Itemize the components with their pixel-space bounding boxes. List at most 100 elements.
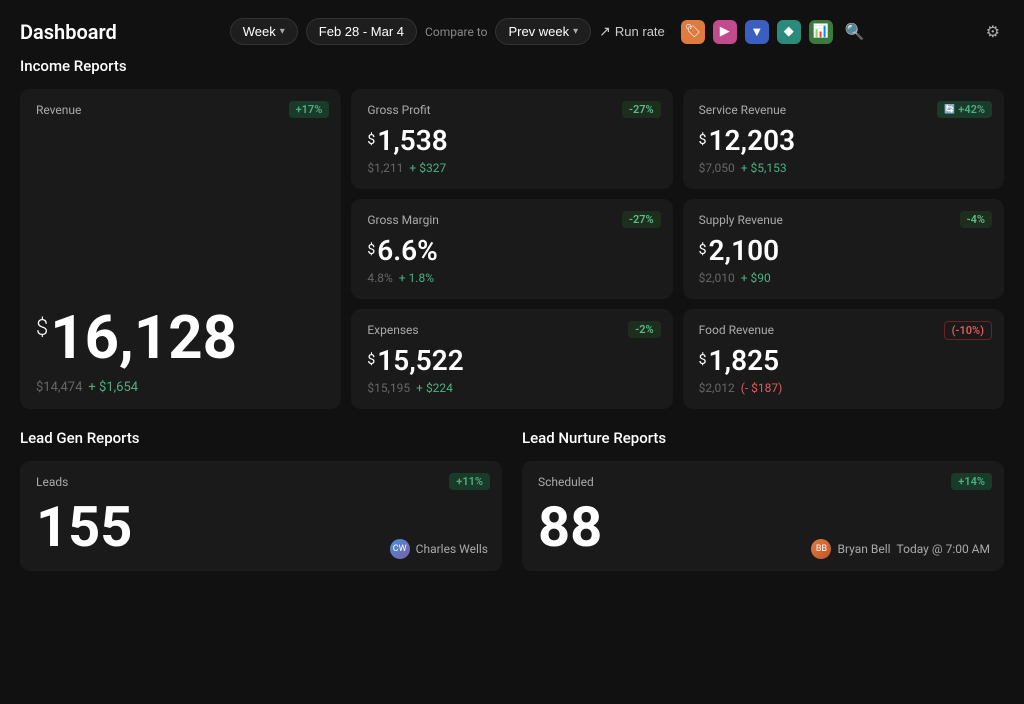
app-icon-orange[interactable]: 🏷 [681, 20, 705, 44]
gross-margin-card: Gross Margin -27% $ 6.6% 4.8% + 1.8% [351, 199, 672, 299]
revenue-label: Revenue [36, 103, 325, 117]
week-label: Week [243, 24, 276, 39]
leads-label: Leads [36, 475, 486, 489]
week-arrow: ▾ [280, 26, 285, 37]
leads-user-avatar: CW [390, 539, 410, 559]
gross-profit-sub: $1,211 + $327 [367, 161, 656, 175]
expenses-badge: -2% [628, 321, 660, 338]
revenue-badge: +17% [289, 101, 330, 118]
header-controls: Week ▾ Feb 28 - Mar 4 Compare to Prev we… [230, 18, 869, 45]
prev-week-selector[interactable]: Prev week ▾ [495, 18, 591, 45]
expenses-value: $ 15,522 [367, 347, 656, 375]
food-revenue-delta: (- $187) [741, 381, 783, 395]
gross-profit-number: 1,538 [377, 127, 448, 155]
lead-nurture-section: Lead Nurture Reports Scheduled +14% 88 B… [522, 429, 1004, 571]
expenses-sub: $15,195 + $224 [367, 381, 656, 395]
header: Dashboard Week ▾ Feb 28 - Mar 4 Compare … [0, 0, 1024, 57]
gross-margin-sub: 4.8% + 1.8% [367, 271, 656, 285]
gross-profit-delta: + $327 [409, 161, 446, 175]
expenses-delta: + $224 [416, 381, 453, 395]
scheduled-user-avatar: BB [811, 539, 831, 559]
leads-user-name: Charles Wells [416, 542, 488, 556]
lead-gen-section: Lead Gen Reports Leads +11% 155 CW Charl… [20, 429, 502, 571]
gross-margin-badge: -27% [622, 211, 661, 228]
food-revenue-sub: $2,012 (- $187) [699, 381, 988, 395]
supply-revenue-delta: + $90 [741, 271, 771, 285]
run-rate-icon: ↗ [599, 23, 611, 40]
expenses-card: Expenses -2% $ 15,522 $15,195 + $224 [351, 309, 672, 409]
service-revenue-delta: + $5,153 [741, 161, 787, 175]
app-icon-green[interactable]: 📊 [809, 20, 833, 44]
prev-week-label: Prev week [508, 24, 569, 39]
food-revenue-card: Food Revenue (-10%) $ 1,825 $2,012 (- $1… [683, 309, 1004, 409]
leads-user-info: CW Charles Wells [390, 539, 488, 559]
service-revenue-prev: $7,050 [699, 161, 735, 175]
gross-margin-value: $ 6.6% [367, 237, 656, 265]
lead-gen-title: Lead Gen Reports [20, 429, 502, 447]
food-revenue-badge: (-10%) [944, 321, 992, 340]
expenses-prev: $15,195 [367, 381, 410, 395]
week-selector[interactable]: Week ▾ [230, 18, 298, 45]
service-revenue-icon: 🔄 [944, 105, 955, 115]
income-grid: Revenue +17% $ 16,128 $14,474 + $1,654 G… [20, 89, 1004, 409]
income-reports-title: Income Reports [20, 57, 1004, 75]
scheduled-card: Scheduled +14% 88 BB Bryan Bell Today @ … [522, 461, 1004, 571]
supply-revenue-prev: $2,010 [699, 271, 735, 285]
gross-profit-currency: $ [367, 132, 375, 148]
revenue-card: Revenue +17% $ 16,128 $14,474 + $1,654 [20, 89, 341, 409]
gross-profit-card: Gross Profit -27% $ 1,538 $1,211 + $327 [351, 89, 672, 189]
food-revenue-prev: $2,012 [699, 381, 735, 395]
revenue-currency: $ [36, 316, 48, 341]
bottom-sections: Lead Gen Reports Leads +11% 155 CW Charl… [20, 429, 1004, 571]
scheduled-time: Today @ 7:00 AM [897, 542, 990, 556]
gross-margin-delta: + 1.8% [399, 271, 434, 285]
gross-profit-badge: -27% [622, 101, 661, 118]
service-revenue-badge: 🔄 +42% [937, 101, 992, 118]
app-icons: 🏷 ▶ ▼ ◆ 📊 [681, 20, 833, 44]
search-button[interactable]: 🔍 [841, 20, 869, 44]
date-range-label: Feb 28 - Mar 4 [319, 24, 404, 39]
service-revenue-sub: $7,050 + $5,153 [699, 161, 988, 175]
gross-profit-label: Gross Profit [367, 103, 656, 117]
expenses-number: 15,522 [377, 347, 464, 375]
app-icon-pink[interactable]: ▶ [713, 20, 737, 44]
scheduled-badge: +14% [951, 473, 992, 490]
compare-text: Compare to [425, 25, 487, 39]
leads-card: Leads +11% 155 CW Charles Wells [20, 461, 502, 571]
run-rate-label: Run rate [615, 24, 665, 39]
revenue-prev-value: $14,474 [36, 380, 82, 395]
scheduled-user-name: Bryan Bell [837, 542, 890, 556]
gross-margin-label: Gross Margin [367, 213, 656, 227]
revenue-big-value: $ 16,128 [36, 308, 325, 368]
supply-revenue-sub: $2,010 + $90 [699, 271, 988, 285]
revenue-number: 16,128 [50, 308, 237, 368]
supply-revenue-value: $ 2,100 [699, 237, 988, 265]
food-revenue-currency: $ [699, 352, 707, 368]
supply-revenue-card: Supply Revenue -4% $ 2,100 $2,010 + $90 [683, 199, 1004, 299]
settings-button[interactable]: ⚙ [982, 20, 1004, 44]
service-revenue-card: Service Revenue 🔄 +42% $ 12,203 $7,050 +… [683, 89, 1004, 189]
lead-nurture-title: Lead Nurture Reports [522, 429, 1004, 447]
gross-margin-number: 6.6% [377, 237, 438, 265]
food-revenue-value: $ 1,825 [699, 347, 988, 375]
scheduled-label: Scheduled [538, 475, 988, 489]
date-range-selector[interactable]: Feb 28 - Mar 4 [306, 18, 417, 45]
service-revenue-number: 12,203 [709, 127, 796, 155]
gross-profit-prev: $1,211 [367, 161, 403, 175]
revenue-values: $ 16,128 $14,474 + $1,654 [36, 278, 325, 395]
header-title: Dashboard [20, 20, 117, 44]
gross-margin-currency: $ [367, 242, 375, 258]
gross-margin-prev: 4.8% [367, 271, 392, 285]
expenses-label: Expenses [367, 323, 656, 337]
revenue-prev-row: $14,474 + $1,654 [36, 380, 325, 395]
supply-revenue-label: Supply Revenue [699, 213, 988, 227]
run-rate-button[interactable]: ↗ Run rate [599, 23, 665, 40]
service-revenue-value: $ 12,203 [699, 127, 988, 155]
app-icon-teal[interactable]: ◆ [777, 20, 801, 44]
app-icon-blue[interactable]: ▼ [745, 20, 769, 44]
expenses-currency: $ [367, 352, 375, 368]
income-reports-section: Income Reports Revenue +17% $ 16,128 $14… [20, 57, 1004, 409]
service-revenue-currency: $ [699, 132, 707, 148]
revenue-delta: + $1,654 [88, 380, 138, 395]
supply-revenue-number: 2,100 [709, 237, 780, 265]
